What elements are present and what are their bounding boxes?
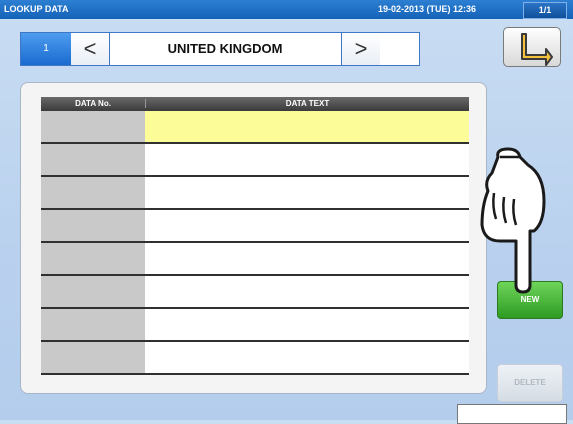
table-header: DATA No. DATA TEXT [41,97,469,111]
screen-title: LOOKUP DATA [4,4,69,14]
data-no-cell [41,111,145,142]
next-button[interactable]: > [341,33,380,65]
data-text-cell[interactable] [145,342,469,373]
data-no-cell [41,342,145,373]
date-time: 19-02-2013 (TUE) 12:36 [378,4,477,14]
return-arrow-icon [521,33,553,66]
pointing-hand-icon [480,147,546,294]
data-no-cell [41,210,145,241]
data-text-cell[interactable] [145,276,469,307]
country-number[interactable]: 1 [21,33,71,65]
data-no-cell [41,177,145,208]
status-box [457,404,567,424]
delete-button[interactable]: DELETE [497,364,563,402]
data-no-cell [41,144,145,175]
header-data-text: DATA TEXT [285,99,330,108]
country-navigator: 1 < UNITED KINGDOM > [20,32,420,66]
table-row[interactable] [41,177,469,210]
prev-button[interactable]: < [71,33,110,65]
data-no-cell [41,309,145,340]
table-row[interactable] [41,276,469,309]
data-no-cell [41,276,145,307]
table-row[interactable] [41,243,469,276]
table-row[interactable] [41,111,469,144]
data-text-cell[interactable] [145,177,469,208]
data-text-cell[interactable] [145,144,469,175]
data-text-cell[interactable] [145,210,469,241]
title-bar: LOOKUP DATA 19-02-2013 (TUE) 12:36 1/1 [0,0,573,19]
table-row[interactable] [41,342,469,375]
data-text-cell[interactable] [145,309,469,340]
data-text-cell[interactable] [145,243,469,274]
country-name: UNITED KINGDOM [167,41,283,56]
data-table: DATA No. DATA TEXT [41,97,469,375]
header-data-no: DATA No. [41,99,146,108]
data-panel: DATA No. DATA TEXT [20,82,487,394]
table-row[interactable] [41,144,469,177]
table-row[interactable] [41,309,469,342]
back-button[interactable] [503,27,561,67]
data-no-cell [41,243,145,274]
data-text-cell[interactable] [145,111,469,142]
table-row[interactable] [41,210,469,243]
page-indicator: 1/1 [523,2,567,19]
